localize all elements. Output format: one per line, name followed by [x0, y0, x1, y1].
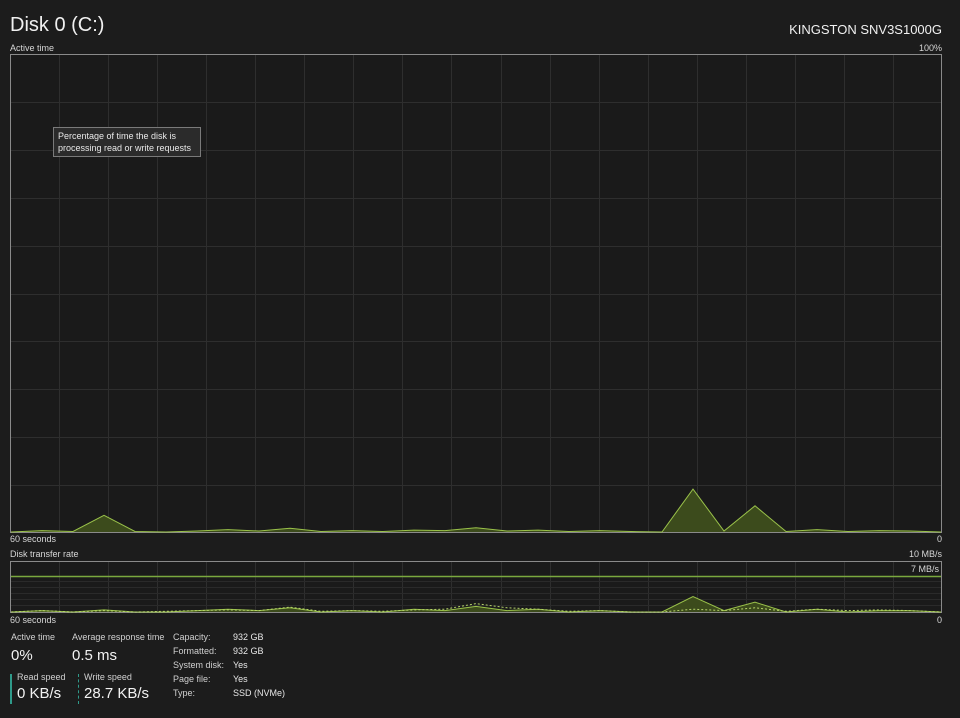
- transfer-rate-graph-label: Disk transfer rate: [10, 549, 79, 559]
- read-speed-legend-bar: [10, 674, 12, 704]
- avg-response-stat-value: 0.5 ms: [72, 647, 118, 664]
- transfer-rate-graph[interactable]: [10, 561, 942, 613]
- page-file-key: Page file:: [173, 674, 211, 684]
- active-time-duration-label: 60 seconds: [10, 534, 57, 544]
- transfer-rate-min-label: 0: [936, 615, 942, 625]
- formatted-value: 932 GB: [233, 646, 264, 656]
- active-time-graph[interactable]: [10, 54, 942, 533]
- active-time-stat-value: 0%: [11, 647, 33, 664]
- system-disk-key: System disk:: [173, 660, 225, 670]
- active-time-graph-label: Active time: [10, 43, 55, 53]
- formatted-key: Formatted:: [173, 646, 217, 656]
- transfer-rate-max-label: 10 MB/s: [908, 549, 942, 559]
- active-time-min-label: 0: [936, 534, 942, 544]
- system-disk-value: Yes: [233, 660, 248, 670]
- active-time-stat-label: Active time: [11, 632, 56, 642]
- read-speed-stat-label: Read speed: [17, 672, 66, 682]
- transfer-rate-duration-label: 60 seconds: [10, 615, 57, 625]
- capacity-key: Capacity:: [173, 632, 211, 642]
- read-speed-stat-value: 0 KB/s: [17, 685, 62, 702]
- write-speed-legend-bar: [78, 674, 80, 704]
- active-time-max-label: 100%: [918, 43, 942, 53]
- disk-model-label: KINGSTON SNV3S1000G: [789, 22, 942, 37]
- type-value: SSD (NVMe): [233, 688, 286, 698]
- avg-response-stat-label: Average response time: [72, 632, 165, 642]
- type-key: Type:: [173, 688, 196, 698]
- disk-performance-panel: Disk 0 (C:) KINGSTON SNV3S1000G Active t…: [0, 0, 960, 718]
- page-file-value: Yes: [233, 674, 248, 684]
- write-speed-stat-label: Write speed: [84, 672, 132, 682]
- capacity-value: 932 GB: [233, 632, 264, 642]
- active-time-tooltip: Percentage of time the disk is processin…: [53, 127, 201, 157]
- transfer-rate-ref-label: 7 MB/s: [910, 564, 939, 574]
- page-title: Disk 0 (C:): [10, 14, 105, 36]
- write-speed-stat-value: 28.7 KB/s: [84, 685, 150, 702]
